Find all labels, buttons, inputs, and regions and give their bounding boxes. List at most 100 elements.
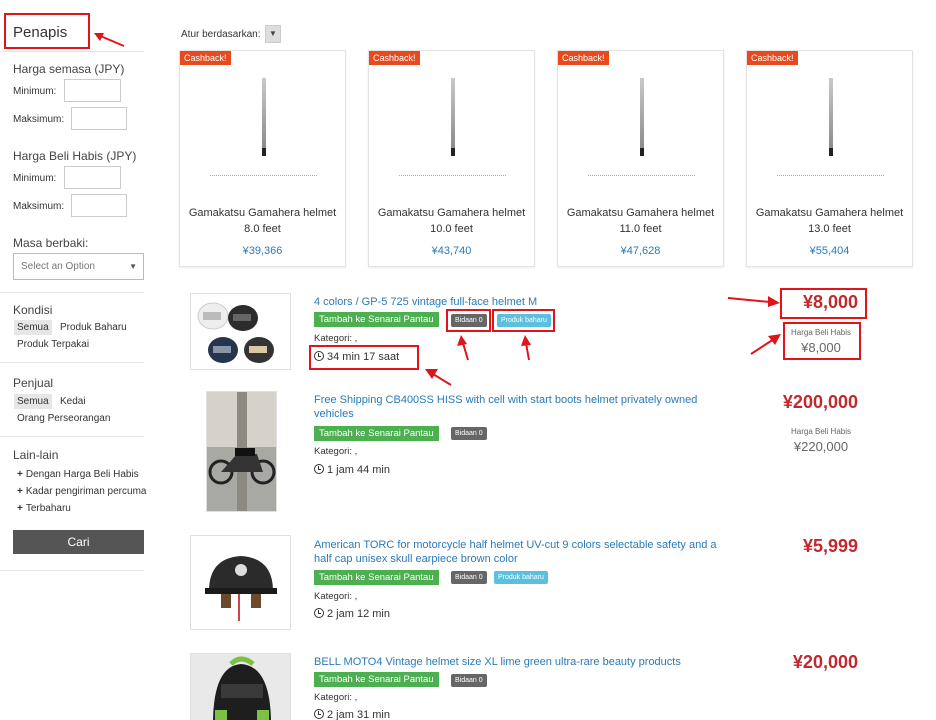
product-image	[262, 78, 266, 150]
cashback-badge: Cashback!	[180, 51, 231, 65]
annotation-box	[780, 288, 867, 319]
featured-price: ¥39,366	[242, 245, 283, 257]
cashback-badge: Cashback!	[747, 51, 798, 65]
listing-title[interactable]: American TORC for motorcycle half helmet…	[314, 538, 724, 566]
divider	[0, 51, 144, 52]
end-time-select[interactable]: Select an Option ▼	[13, 253, 144, 280]
condition-label: Kondisi	[13, 303, 53, 317]
sort-dropdown-button[interactable]: ▼	[265, 25, 281, 43]
option-with-buyout-label: Dengan Harga Beli Habis	[25, 469, 139, 480]
annotation-arrow	[94, 33, 125, 47]
listing-category: Kategori: ,	[314, 333, 358, 344]
listing-title[interactable]: BELL MOTO4 Vintage helmet size XL lime g…	[314, 655, 724, 669]
listing-thumbnail[interactable]	[206, 391, 277, 512]
product-image-tip	[451, 148, 455, 156]
add-to-watchlist-button[interactable]: Tambah ke Senarai Pantau	[314, 672, 439, 687]
seller-option-store[interactable]: Kedai	[57, 394, 89, 409]
add-to-watchlist-button[interactable]: Tambah ke Senarai Pantau	[314, 426, 439, 441]
seller-label: Penjual	[13, 376, 54, 390]
add-to-watchlist-button[interactable]: Tambah ke Senarai Pantau	[314, 570, 439, 585]
listing-title[interactable]: 4 colors / GP-5 725 vintage full-face he…	[314, 295, 724, 309]
buyout-price-label: Harga Beli Habis (JPY)	[13, 149, 137, 163]
plus-icon: +	[17, 486, 23, 497]
listing-thumbnail[interactable]	[190, 535, 291, 630]
seller-option-individual[interactable]: Orang Perseorangan	[14, 411, 113, 426]
product-image-tip	[829, 148, 833, 156]
featured-name[interactable]: Gamakatsu Gamahera helmet 8.0 feet	[180, 205, 345, 237]
featured-card[interactable]: Cashback! Gamakatsu Gamahera helmet 10.0…	[368, 50, 535, 267]
featured-name[interactable]: Gamakatsu Gamahera helmet 11.0 feet	[558, 205, 723, 237]
annotation-box	[492, 309, 555, 332]
divider	[0, 292, 144, 293]
chevron-down-icon: ▼	[129, 262, 137, 271]
option-newest[interactable]: + Terbaharu	[17, 503, 71, 514]
product-image-caption-line	[777, 175, 884, 176]
listing-category: Kategori: ,	[314, 692, 358, 703]
annotation-arrow	[727, 296, 780, 307]
buyout-price-max-input[interactable]	[71, 194, 127, 217]
half-helmet-image	[205, 556, 277, 621]
featured-card[interactable]: Cashback! Gamakatsu Gamahera helmet 13.0…	[746, 50, 913, 267]
annotation-box	[783, 322, 861, 360]
buyout-label: Harga Beli Habis	[790, 427, 852, 436]
product-image-tip	[640, 148, 644, 156]
annotation-arrow	[750, 334, 781, 355]
bid-count-badge: Bidaan 0	[451, 674, 487, 687]
bid-count-badge: Bidaan 0	[451, 571, 487, 584]
listing-title[interactable]: Free Shipping CB400SS HISS with cell wit…	[314, 393, 724, 421]
current-price-min-input[interactable]	[64, 79, 121, 102]
featured-price: ¥55,404	[809, 245, 850, 257]
condition-option-all[interactable]: Semua	[14, 320, 52, 335]
end-time-select-value: Select an Option	[21, 261, 95, 272]
listing-time-left: 2 jam 12 min	[314, 607, 390, 620]
others-label: Lain-lain	[13, 448, 59, 462]
product-image-caption-line	[399, 175, 506, 176]
condition-option-used[interactable]: Produk Terpakai	[14, 337, 92, 352]
plus-icon: +	[17, 503, 23, 514]
divider	[0, 570, 144, 571]
buyout-price-max-label: Maksimum:	[13, 201, 65, 212]
motorcycle-image	[207, 392, 276, 511]
seller-option-all[interactable]: Semua	[14, 394, 52, 409]
annotation-arrow	[457, 335, 469, 361]
condition-option-new[interactable]: Produk Baharu	[57, 320, 130, 335]
product-image	[829, 78, 833, 150]
divider	[0, 362, 144, 363]
buyout-price-min-input[interactable]	[64, 166, 121, 189]
new-product-badge: Produk baharu	[494, 571, 548, 584]
sort-label: Atur berdasarkan:	[181, 29, 261, 40]
listing-time-left: 2 jam 31 min	[314, 708, 390, 720]
annotation-box	[446, 309, 491, 332]
option-free-shipping-label: Kadar pengiriman percuma	[25, 486, 147, 497]
helmets-image	[197, 302, 274, 363]
end-time-label: Masa berbaki:	[13, 236, 89, 250]
current-price-max-label: Maksimum:	[13, 114, 65, 125]
listing-category: Kategori: ,	[314, 446, 358, 457]
caret-down-icon: ▼	[269, 29, 277, 38]
option-with-buyout[interactable]: + Dengan Harga Beli Habis	[17, 469, 139, 480]
listing-category: Kategori: ,	[314, 591, 358, 602]
annotation-box	[309, 345, 419, 370]
featured-card[interactable]: Cashback! Gamakatsu Gamahera helmet 11.0…	[557, 50, 724, 267]
buyout-price-min-label: Minimum:	[13, 173, 57, 184]
product-image	[640, 78, 644, 150]
filter-title: Penapis	[4, 13, 90, 49]
listing-current-price: ¥20,000	[792, 652, 858, 672]
featured-card[interactable]: Cashback! Gamakatsu Gamahera helmet 8.0 …	[179, 50, 346, 267]
current-price-label: Harga semasa (JPY)	[13, 62, 125, 76]
current-price-min-label: Minimum:	[13, 86, 57, 97]
filter-sidebar: Penapis Harga semasa (JPY) Minimum: Maks…	[0, 0, 155, 720]
listing-thumbnail[interactable]	[190, 293, 291, 370]
listing-thumbnail[interactable]	[190, 653, 291, 720]
search-button[interactable]: Cari	[13, 530, 144, 554]
cashback-badge: Cashback!	[558, 51, 609, 65]
featured-name[interactable]: Gamakatsu Gamahera helmet 13.0 feet	[747, 205, 912, 237]
clock-icon	[314, 608, 324, 618]
listing-current-price: ¥200,000	[782, 392, 858, 412]
current-price-max-input[interactable]	[71, 107, 127, 130]
option-free-shipping[interactable]: + Kadar pengiriman percuma	[17, 486, 146, 497]
add-to-watchlist-button[interactable]: Tambah ke Senarai Pantau	[314, 312, 439, 327]
listing-current-price: ¥5,999	[802, 536, 858, 556]
featured-name[interactable]: Gamakatsu Gamahera helmet 10.0 feet	[369, 205, 534, 237]
clock-icon	[314, 709, 324, 719]
